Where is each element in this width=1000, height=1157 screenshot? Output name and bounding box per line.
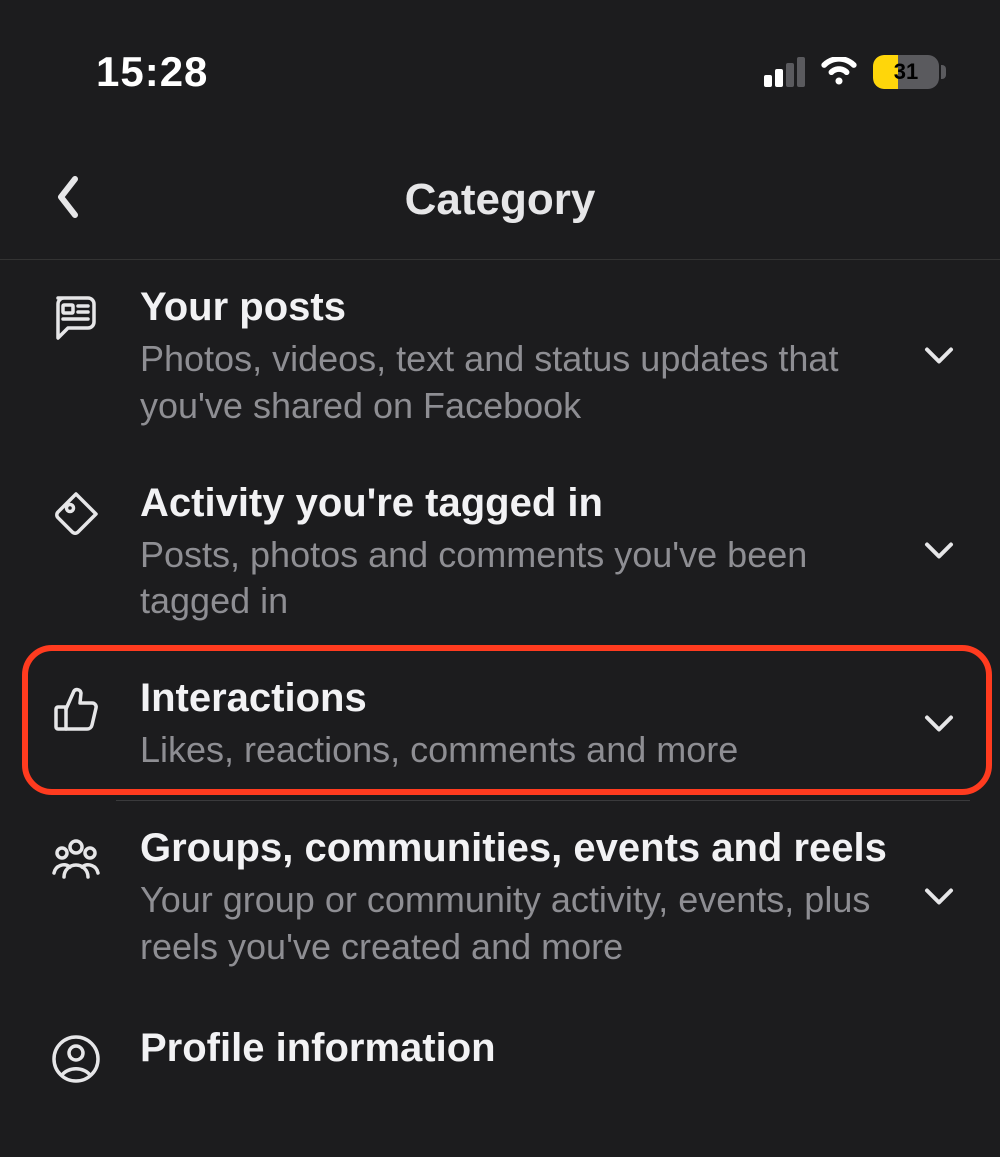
newspaper-icon bbox=[48, 284, 116, 351]
page-title: Category bbox=[405, 175, 596, 225]
chevron-left-icon bbox=[55, 175, 81, 224]
category-list: Your posts Photos, videos, text and stat… bbox=[0, 260, 1000, 1092]
battery-percent: 31 bbox=[873, 55, 939, 89]
thumbs-up-icon bbox=[48, 675, 116, 742]
people-group-icon bbox=[48, 825, 116, 892]
battery-indicator: 31 bbox=[873, 55, 946, 89]
profile-icon bbox=[48, 1025, 116, 1092]
row-title: Activity you're tagged in bbox=[140, 480, 890, 526]
row-title: Your posts bbox=[140, 284, 890, 330]
row-subtitle: Posts, photos and comments you've been t… bbox=[140, 532, 890, 626]
category-row-groups[interactable]: Groups, communities, events and reels Yo… bbox=[0, 801, 1000, 997]
tag-icon bbox=[48, 480, 116, 547]
category-row-profile-info[interactable]: Profile information bbox=[0, 997, 1000, 1092]
chevron-down-icon bbox=[924, 714, 954, 739]
chevron-down-icon bbox=[924, 541, 954, 566]
wifi-icon bbox=[819, 57, 859, 87]
row-title: Interactions bbox=[140, 675, 890, 721]
page-header: Category bbox=[0, 140, 1000, 260]
cellular-signal-icon bbox=[764, 57, 805, 87]
status-bar: 15:28 31 bbox=[0, 0, 1000, 110]
chevron-down-icon bbox=[924, 345, 954, 370]
category-row-your-posts[interactable]: Your posts Photos, videos, text and stat… bbox=[0, 260, 1000, 456]
category-row-interactions[interactable]: Interactions Likes, reactions, comments … bbox=[0, 651, 1000, 801]
row-title: Groups, communities, events and reels bbox=[140, 825, 890, 871]
row-title: Profile information bbox=[140, 1025, 890, 1071]
status-indicators: 31 bbox=[764, 55, 946, 89]
row-subtitle: Likes, reactions, comments and more bbox=[140, 727, 890, 774]
row-subtitle: Your group or community activity, events… bbox=[140, 877, 890, 971]
category-row-tagged-activity[interactable]: Activity you're tagged in Posts, photos … bbox=[0, 456, 1000, 652]
back-button[interactable] bbox=[44, 176, 92, 224]
status-time: 15:28 bbox=[96, 48, 208, 96]
chevron-down-icon bbox=[924, 886, 954, 911]
row-subtitle: Photos, videos, text and status updates … bbox=[140, 336, 890, 430]
